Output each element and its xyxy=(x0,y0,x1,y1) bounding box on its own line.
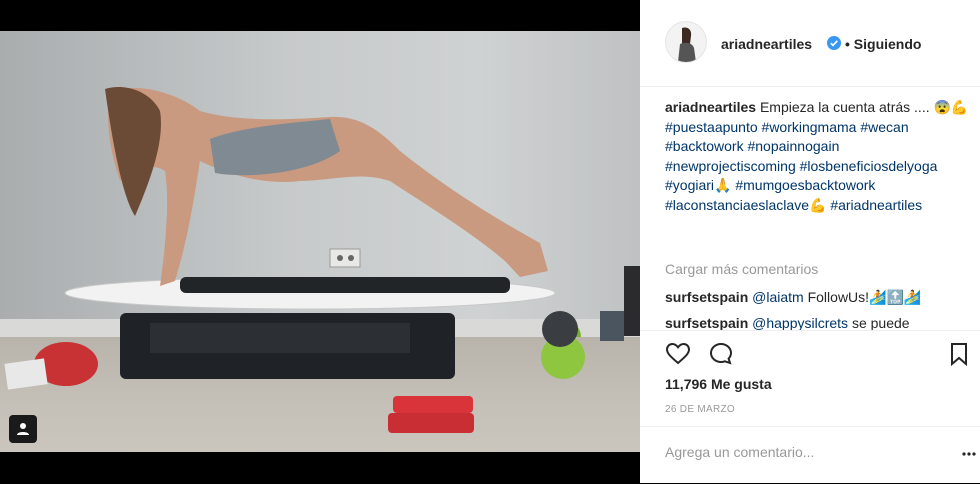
bookmark-icon[interactable] xyxy=(946,341,972,367)
caption: ariadneartiles Empieza la cuenta atrás .… xyxy=(665,98,970,215)
caption-text: Empieza la cuenta atrás .... 😨💪 xyxy=(759,99,969,115)
photo-scene xyxy=(4,87,640,433)
add-comment-input[interactable] xyxy=(665,444,945,460)
avatar-image xyxy=(666,22,706,62)
follow-status-label: Siguiendo xyxy=(853,36,922,52)
hashtag[interactable]: #nopainnogain xyxy=(747,138,839,154)
hashtag[interactable]: #wecan xyxy=(860,119,908,135)
author-avatar[interactable] xyxy=(665,21,707,63)
comment-text: FollowUs!🏄🔝🏄 xyxy=(807,289,922,305)
comment-author[interactable]: surfsetspain xyxy=(665,289,748,305)
hashtag[interactable]: #backtowork xyxy=(665,138,744,154)
hashtag[interactable]: #yogiari🙏 xyxy=(665,177,731,193)
author-handle[interactable]: ariadneartiles xyxy=(721,36,812,52)
comment-item: surfsetspain @happysilcrets se puede xyxy=(665,315,910,331)
verified-badge-icon xyxy=(827,36,841,50)
comment-item: surfsetspain @laiatm FollowUs!🏄🔝🏄 xyxy=(665,289,921,306)
post-photo[interactable] xyxy=(0,31,640,452)
hashtag[interactable]: #newprojectiscoming xyxy=(665,158,796,174)
comment-mention[interactable]: @laiatm xyxy=(752,289,804,305)
comment-bubble-icon[interactable] xyxy=(708,341,734,367)
hashtag[interactable]: #ariadneartiles xyxy=(830,197,922,213)
post-side-panel: ariadneartiles • Siguiendo ariadneartile… xyxy=(640,0,980,483)
hashtag[interactable]: #workingmama xyxy=(762,119,857,135)
post-header: ariadneartiles • Siguiendo xyxy=(640,0,980,87)
actions-divider xyxy=(640,330,980,331)
comment-author[interactable]: surfsetspain xyxy=(665,315,748,331)
user-tag-icon xyxy=(17,423,29,435)
heart-icon[interactable] xyxy=(665,341,691,367)
like-count[interactable]: 11,796 Me gusta xyxy=(665,376,772,392)
comment-mention[interactable]: @happysilcrets xyxy=(752,315,848,331)
load-more-comments[interactable]: Cargar más comentarios xyxy=(665,261,818,277)
instagram-post-modal: ariadneartiles • Siguiendo ariadneartile… xyxy=(0,0,980,483)
caption-author[interactable]: ariadneartiles xyxy=(665,99,756,115)
user-tag-button[interactable] xyxy=(9,415,37,443)
hashtag[interactable]: #laconstanciaeslaclave💪 xyxy=(665,197,826,213)
hashtag[interactable]: #mumgoesbacktowork xyxy=(735,177,875,193)
comment-text: se puede xyxy=(851,315,910,331)
follow-dot: • xyxy=(845,36,850,52)
hashtag[interactable]: #losbeneficiosdelyoga xyxy=(800,158,938,174)
ellipsis-icon[interactable] xyxy=(962,452,976,456)
follow-status[interactable]: • Siguiendo xyxy=(845,36,921,52)
hashtag[interactable]: #puestaapunto xyxy=(665,119,758,135)
post-date: 26 DE MARZO xyxy=(665,404,735,415)
